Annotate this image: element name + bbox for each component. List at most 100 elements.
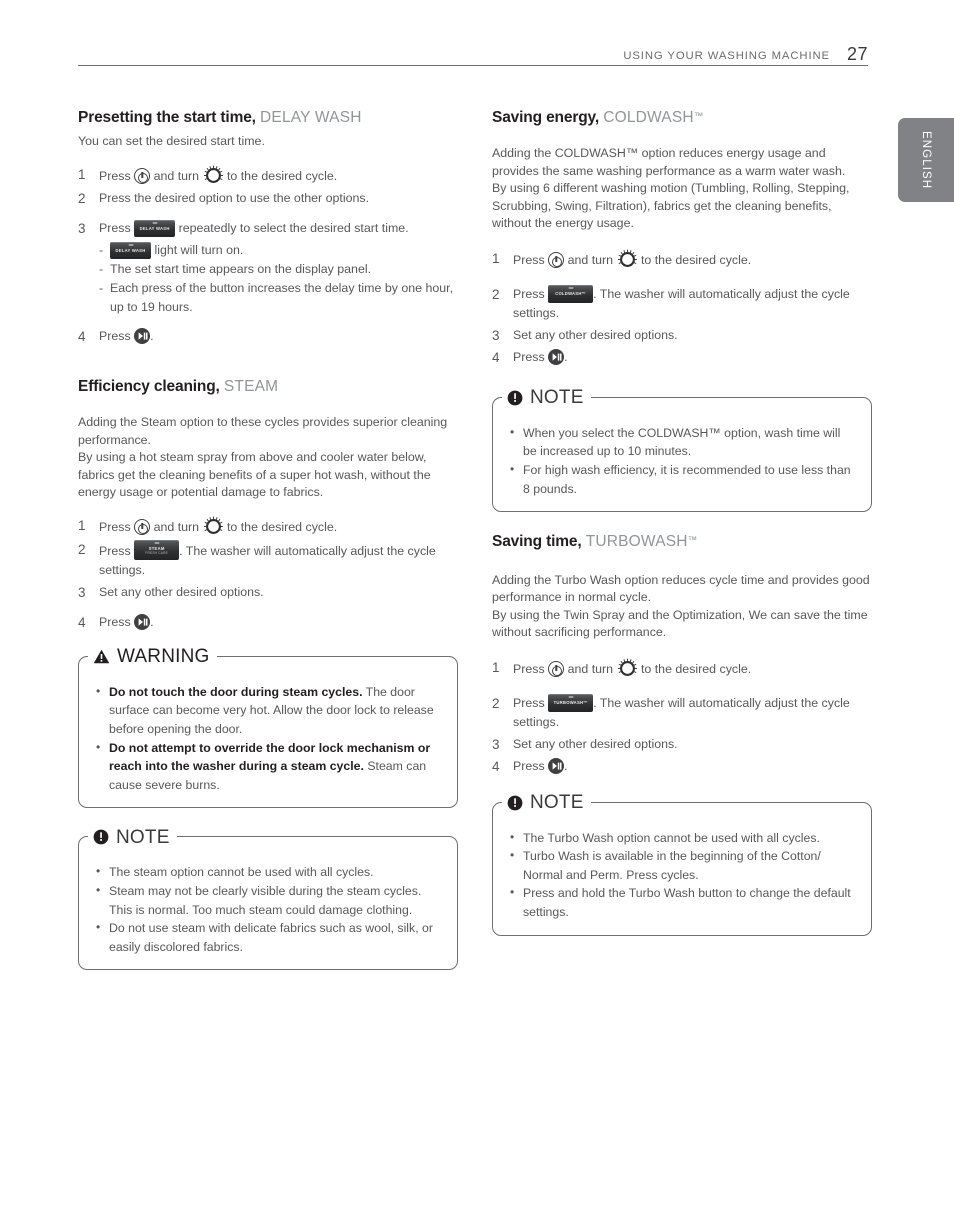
note-item: When you select the COLDWASH™ option, wa… bbox=[507, 423, 857, 461]
substep-text: The set start time appears on the displa… bbox=[110, 261, 372, 276]
step-text-mid: and turn bbox=[567, 252, 614, 267]
substep-dash: - bbox=[99, 261, 104, 276]
section-heading-delay-wash: Presetting the start time, DELAY WASH bbox=[78, 108, 458, 127]
delay-wash-button-graphic-2: DELAY WASH bbox=[110, 241, 151, 259]
heading-light-text: COLDWASH bbox=[603, 109, 694, 126]
step-number: 1 bbox=[78, 166, 86, 182]
warning-item: Do not touch the door during steam cycle… bbox=[93, 682, 443, 739]
header-section-title: USING YOUR WASHING MACHINE bbox=[623, 50, 830, 62]
section-heading-steam: Efficiency cleaning, STEAM bbox=[78, 377, 458, 396]
note-callout-coldwash: NOTE When you select the COLDWASH™ optio… bbox=[492, 384, 872, 513]
delay-wash-button-graphic: DELAY WASH bbox=[134, 219, 176, 237]
power-button-icon bbox=[134, 518, 151, 535]
steam-button-graphic: STEAM FRESH CARE bbox=[134, 539, 180, 560]
warning-caption: WARNING bbox=[88, 643, 217, 670]
cycle-dial-icon bbox=[617, 249, 638, 270]
heading-trademark: ™ bbox=[687, 535, 698, 547]
warning-item: Do not attempt to override the door lock… bbox=[93, 738, 443, 795]
button-led-indicator bbox=[152, 222, 158, 225]
button-label: COLDWASH™ bbox=[555, 291, 587, 297]
start-pause-icon bbox=[548, 757, 565, 774]
heading-bold-text: Saving energy, bbox=[492, 109, 600, 126]
language-tab: ENGLISH bbox=[898, 118, 954, 202]
coldwash-step-2: 2 Press COLDWASH™ . The washer will auto… bbox=[492, 284, 872, 323]
button-led-indicator bbox=[568, 287, 574, 290]
section-heading-turbowash: Saving time, TURBOWASH™ bbox=[492, 532, 872, 551]
button-sublabel: FRESH CARE bbox=[145, 551, 168, 556]
step-text: Set any other desired options. bbox=[513, 736, 678, 751]
step-text: Press the desired option to use the othe… bbox=[99, 190, 370, 205]
steam-step-3: 3 Set any other desired options. bbox=[78, 583, 458, 602]
note-item: The steam option cannot be used with all… bbox=[93, 862, 443, 882]
note-caption: NOTE bbox=[88, 824, 177, 851]
steam-step-2: 2 Press STEAM FRESH CARE . The washer wi… bbox=[78, 539, 458, 580]
note-item: Do not use steam with delicate fabrics s… bbox=[93, 918, 443, 956]
step-text-post: to the desired cycle. bbox=[640, 661, 752, 676]
step-text-post: . bbox=[564, 758, 568, 773]
note-item: The Turbo Wash option cannot be used wit… bbox=[507, 828, 857, 848]
coldwash-paragraph-1: Adding the COLDWASH™ option reduces ener… bbox=[492, 146, 846, 178]
step-text-pre: Press bbox=[99, 168, 131, 183]
step-number: 4 bbox=[492, 758, 500, 774]
heading-light-text: DELAY WASH bbox=[260, 109, 362, 126]
turbowash-step-1: 1 Press and turn to the desired cycle. bbox=[492, 658, 872, 679]
step-text-mid: and turn bbox=[153, 168, 200, 183]
step-text: Set any other desired options. bbox=[99, 584, 264, 599]
button-label: DELAY WASH bbox=[139, 226, 170, 232]
step-text-post: to the desired cycle. bbox=[226, 168, 338, 183]
substep-item: - The set start time appears on the disp… bbox=[99, 260, 458, 279]
power-button-icon bbox=[548, 660, 565, 677]
heading-bold-text: Saving time, bbox=[492, 533, 582, 551]
note-list: When you select the COLDWASH™ option, wa… bbox=[507, 423, 857, 498]
step-number: 3 bbox=[78, 220, 86, 236]
substep-dash: - bbox=[99, 242, 104, 257]
note-item: For high wash efficiency, it is recommen… bbox=[507, 460, 857, 498]
step-text-pre: Press bbox=[99, 543, 131, 558]
page-number: 27 bbox=[846, 44, 868, 64]
power-button-icon bbox=[548, 251, 565, 268]
step-number: 4 bbox=[78, 614, 86, 630]
cycle-dial-icon bbox=[203, 516, 224, 537]
turbowash-step-2: 2 Press TURBOWASH™ . The washer will aut… bbox=[492, 693, 872, 732]
step-number: 3 bbox=[492, 736, 500, 752]
warning-title: WARNING bbox=[117, 646, 210, 668]
step-number: 4 bbox=[492, 349, 500, 365]
note-list: The Turbo Wash option cannot be used wit… bbox=[507, 828, 857, 922]
note-item: Press and hold the Turbo Wash button to … bbox=[507, 883, 857, 921]
step-text-pre: Press bbox=[99, 519, 131, 534]
button-led-indicator bbox=[128, 244, 133, 247]
button-label: TURBOWASH™ bbox=[553, 700, 588, 706]
cycle-dial-icon bbox=[203, 165, 224, 186]
step-number: 2 bbox=[492, 695, 500, 711]
step-number: 4 bbox=[78, 328, 86, 344]
step-number: 1 bbox=[492, 250, 500, 266]
heading-light-text: TURBOWASH bbox=[585, 533, 688, 551]
cycle-dial-icon bbox=[617, 658, 638, 679]
step-number: 1 bbox=[492, 659, 500, 675]
button-led-indicator bbox=[568, 696, 574, 699]
substep-text: light will turn on. bbox=[154, 242, 244, 257]
step-number: 2 bbox=[492, 286, 500, 302]
heading-bold-text: Efficiency cleaning, bbox=[78, 377, 220, 395]
step-text-mid: and turn bbox=[153, 519, 200, 534]
note-callout-steam: NOTE The steam option cannot be used wit… bbox=[78, 824, 458, 971]
delay-wash-substeps: - DELAY WASH light will turn on. - The s… bbox=[99, 241, 458, 317]
warning-triangle-icon bbox=[93, 649, 110, 664]
steam-step-1: 1 Press and turn to the desired cycle. bbox=[78, 516, 458, 537]
note-list: The steam option cannot be used with all… bbox=[93, 862, 443, 956]
step-text-post: . bbox=[150, 328, 154, 343]
steam-paragraph-1: Adding the Steam option to these cycles … bbox=[78, 415, 448, 447]
step-number: 1 bbox=[78, 517, 86, 533]
steam-paragraph-2: By using a hot steam spray from above an… bbox=[78, 450, 431, 500]
steam-step-4: 4 Press . bbox=[78, 613, 458, 632]
coldwash-step-1: 1 Press and turn to the desired cycle. bbox=[492, 249, 872, 270]
step-text-post: . bbox=[150, 614, 154, 629]
coldwash-step-3: 3 Set any other desired options. bbox=[492, 326, 872, 345]
step-text-post: . bbox=[564, 349, 568, 364]
step-text-post: to the desired cycle. bbox=[640, 252, 752, 267]
delay-wash-intro: You can set the desired start time. bbox=[78, 134, 265, 149]
button-led-indicator bbox=[154, 542, 160, 545]
step-text-pre: Press bbox=[513, 252, 545, 267]
coldwash-step-4: 4 Press . bbox=[492, 348, 872, 367]
page-header: USING YOUR WASHING MACHINE 27 bbox=[78, 44, 868, 65]
